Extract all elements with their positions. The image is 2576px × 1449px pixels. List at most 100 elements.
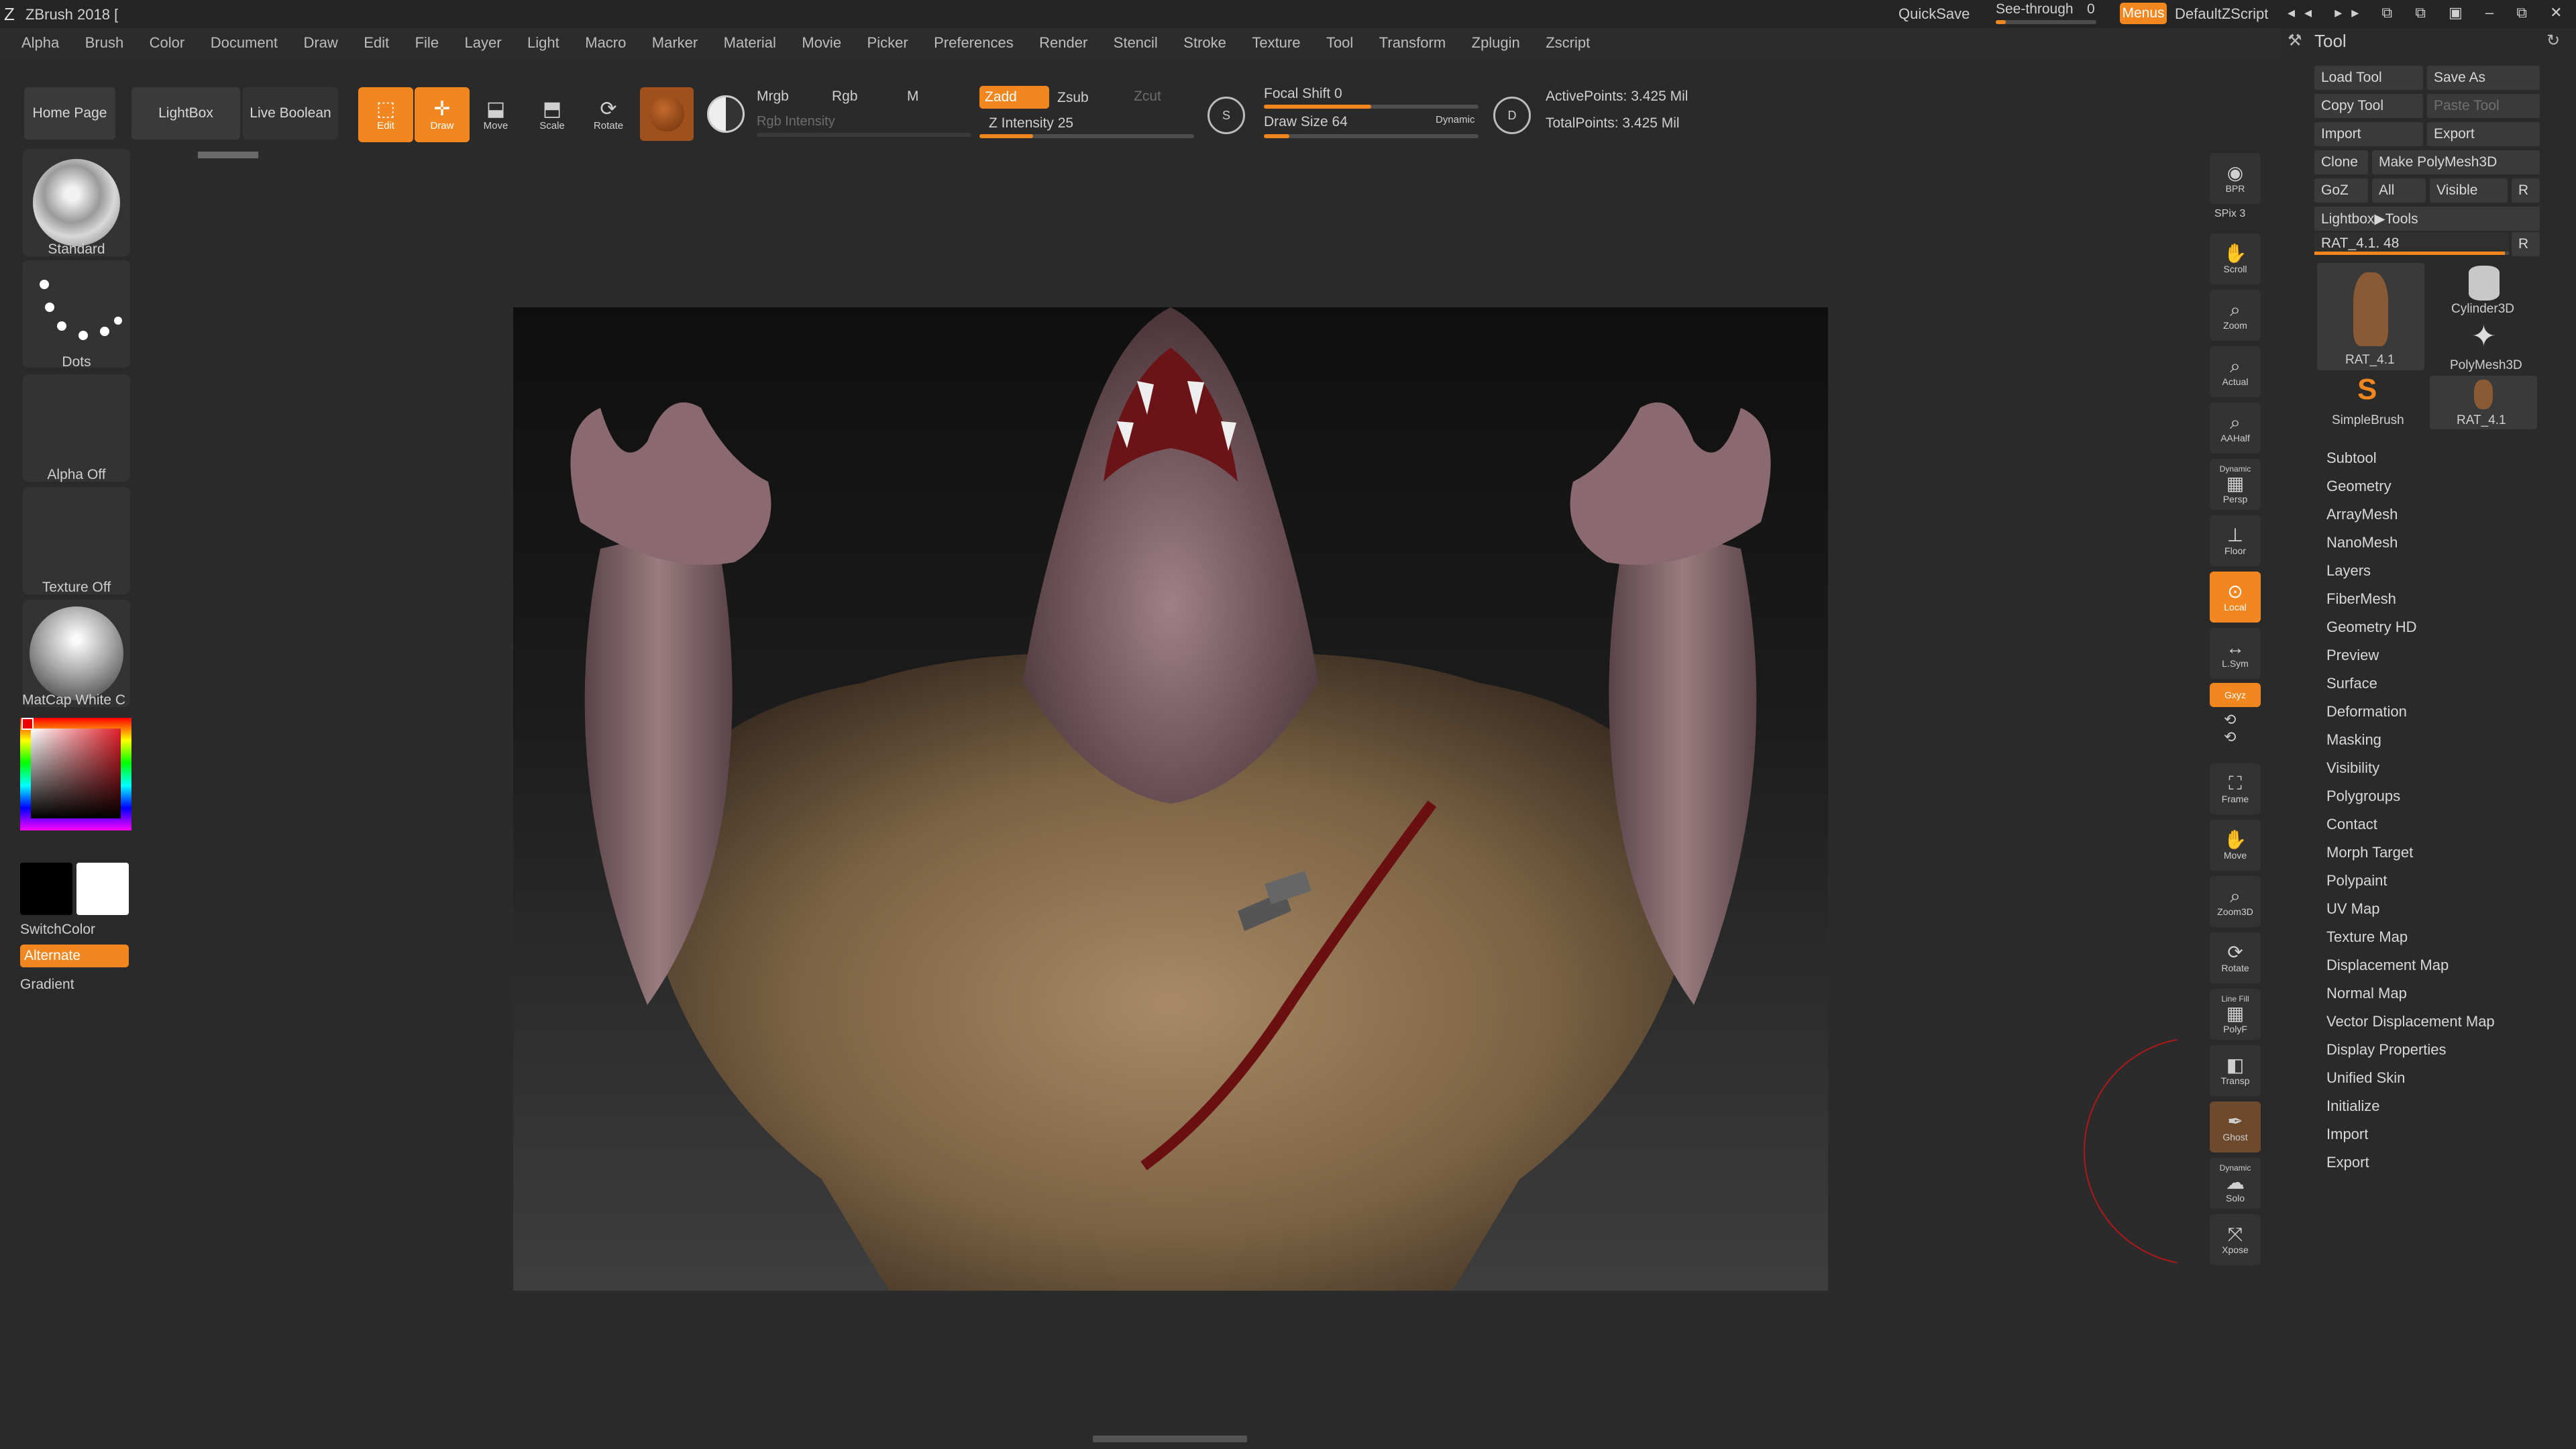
rotate-view-button[interactable]: ⟳ Rotate — [2210, 932, 2261, 983]
mrgb-toggle[interactable]: Mrgb — [757, 89, 789, 105]
save-as-button[interactable]: Save As — [2427, 66, 2540, 90]
primary-color-swatch[interactable] — [20, 863, 72, 915]
goz-button[interactable]: GoZ — [2314, 178, 2368, 203]
subpalette-initialize[interactable]: Initialize — [2326, 1097, 2379, 1115]
dynamic-toggle[interactable]: Dynamic — [1436, 114, 1474, 125]
local-button[interactable]: ⊙ Local — [2210, 572, 2261, 623]
alpha-picker[interactable] — [23, 374, 130, 482]
color-sphere-icon[interactable] — [699, 87, 753, 141]
solo-button[interactable]: Dynamic ☁ Solo — [2210, 1158, 2261, 1209]
subpalette-preview[interactable]: Preview — [2326, 647, 2379, 664]
script-name[interactable]: DefaultZScript — [2175, 5, 2268, 23]
subpalette-export[interactable]: Export — [2326, 1154, 2369, 1171]
z-intensity-slider[interactable] — [979, 134, 1194, 138]
menu-stroke[interactable]: Stroke — [1183, 28, 1226, 58]
paste-tool-button[interactable]: Paste Tool — [2427, 94, 2540, 118]
menu-material[interactable]: Material — [724, 28, 776, 58]
menu-marker[interactable]: Marker — [652, 28, 698, 58]
import-tool-button[interactable]: Import — [2314, 122, 2423, 146]
copy-tool-button[interactable]: Copy Tool — [2314, 94, 2423, 118]
tool-slider-r-button[interactable]: R — [2512, 232, 2540, 256]
tool-thumb-rat[interactable]: RAT_4.1 — [2317, 263, 2424, 370]
focal-shift-icon[interactable]: S — [1208, 97, 1245, 134]
canvas-scroll-handle[interactable] — [198, 152, 258, 158]
menu-preferences[interactable]: Preferences — [934, 28, 1014, 58]
subpalette-display-properties[interactable]: Display Properties — [2326, 1041, 2447, 1059]
subpalette-vector-displacement-map[interactable]: Vector Displacement Map — [2326, 1013, 2495, 1030]
subpalette-geometry[interactable]: Geometry — [2326, 478, 2392, 495]
alternate-toggle[interactable]: Alternate — [20, 945, 129, 967]
subpalette-contact[interactable]: Contact — [2326, 816, 2377, 833]
menu-edit[interactable]: Edit — [364, 28, 389, 58]
menu-zplugin[interactable]: Zplugin — [1472, 28, 1520, 58]
move-view-button[interactable]: ✋ Move — [2210, 820, 2261, 871]
menu-alpha[interactable]: Alpha — [21, 28, 59, 58]
tool-thumb-simplebrush[interactable]: S SimpleBrush — [2317, 373, 2424, 428]
palette-refresh-icon[interactable]: ↻ — [2546, 31, 2560, 50]
spix-slider[interactable]: SPix 3 — [2214, 208, 2245, 220]
rgb-toggle[interactable]: Rgb — [832, 89, 858, 105]
subpalette-subtool[interactable]: Subtool — [2326, 449, 2377, 467]
zoom3d-button[interactable]: ⌕ Zoom3D — [2210, 876, 2261, 927]
tool-thumb-rat-2[interactable]: RAT_4.1 — [2430, 376, 2537, 429]
subpalette-layers[interactable]: Layers — [2326, 562, 2371, 580]
menu-movie[interactable]: Movie — [802, 28, 841, 58]
viewport-render[interactable] — [513, 307, 1828, 1291]
home-page-button[interactable]: Home Page — [24, 87, 115, 140]
subpalette-polypaint[interactable]: Polypaint — [2326, 872, 2387, 890]
subpalette-arraymesh[interactable]: ArrayMesh — [2326, 506, 2398, 523]
dynamic-size-icon[interactable]: D — [1493, 97, 1531, 134]
subpalette-fibermesh[interactable]: FiberMesh — [2326, 590, 2396, 608]
live-boolean-button[interactable]: Live Boolean — [243, 87, 338, 140]
polyf-button[interactable]: Line Fill ▦ PolyF — [2210, 989, 2261, 1040]
menu-macro[interactable]: Macro — [585, 28, 626, 58]
menu-file[interactable]: File — [415, 28, 439, 58]
subpalette-import[interactable]: Import — [2326, 1126, 2368, 1143]
bottom-tray-handle[interactable] — [1093, 1436, 1247, 1442]
subpalette-deformation[interactable]: Deformation — [2326, 703, 2407, 720]
subpalette-nanomesh[interactable]: NanoMesh — [2326, 534, 2398, 551]
draw-size-slider[interactable] — [1264, 134, 1479, 138]
r-button[interactable]: R — [2512, 178, 2540, 203]
subpalette-polygroups[interactable]: Polygroups — [2326, 788, 2400, 805]
transp-button[interactable]: ◧ Transp — [2210, 1045, 2261, 1096]
zoom-button[interactable]: ⌕ Zoom — [2210, 290, 2261, 341]
make-polymesh-button[interactable]: Make PolyMesh3D — [2372, 150, 2540, 174]
subpalette-texture-map[interactable]: Texture Map — [2326, 928, 2408, 946]
menu-document[interactable]: Document — [211, 28, 278, 58]
zsub-toggle[interactable]: Zsub — [1057, 90, 1089, 106]
menu-texture[interactable]: Texture — [1252, 28, 1300, 58]
menu-transform[interactable]: Transform — [1379, 28, 1446, 58]
menu-color[interactable]: Color — [150, 28, 185, 58]
persp-button[interactable]: Dynamic ▦ Persp — [2210, 459, 2261, 510]
lsym-button[interactable]: ↔ L.Sym — [2210, 628, 2261, 679]
rgb-intensity-track[interactable] — [757, 133, 971, 137]
clone-button[interactable]: Clone — [2314, 150, 2368, 174]
menus-toggle[interactable]: Menus — [2120, 3, 2167, 24]
ghost-button[interactable]: ✒ Ghost — [2210, 1102, 2261, 1152]
current-tool-slider[interactable]: RAT_4.1. 48 — [2314, 232, 2509, 255]
actual-size-button[interactable]: ⌕ Actual — [2210, 346, 2261, 397]
aahalf-button[interactable]: ⌕ AAHalf — [2210, 402, 2261, 453]
menu-picker[interactable]: Picker — [867, 28, 908, 58]
color-picker[interactable] — [20, 718, 131, 830]
switch-color-button[interactable]: SwitchColor — [20, 922, 127, 938]
subpalette-unified-skin[interactable]: Unified Skin — [2326, 1069, 2405, 1087]
stroke-picker[interactable] — [23, 260, 130, 368]
menu-tool[interactable]: Tool — [1326, 28, 1353, 58]
bpr-render-button[interactable]: ◉ BPR — [2210, 153, 2261, 204]
scale-mode-button[interactable]: ⬒ Scale — [525, 87, 580, 142]
load-tool-button[interactable]: Load Tool — [2314, 66, 2423, 90]
focal-shift-slider[interactable] — [1264, 105, 1479, 109]
rgb-intensity-slider[interactable]: Rgb Intensity — [757, 114, 835, 129]
menu-brush[interactable]: Brush — [85, 28, 123, 58]
lightbox-button[interactable]: LightBox — [131, 87, 240, 140]
all-button[interactable]: All — [2372, 178, 2426, 203]
tool-thumb-cylinder[interactable]: Cylinder3D — [2430, 263, 2537, 317]
subpalette-normal-map[interactable]: Normal Map — [2326, 985, 2407, 1002]
subpalette-uv-map[interactable]: UV Map — [2326, 900, 2379, 918]
subpalette-surface[interactable]: Surface — [2326, 675, 2377, 692]
quicksave-button[interactable]: QuickSave — [1898, 5, 1970, 23]
brush-picker[interactable] — [23, 149, 130, 256]
subpalette-visibility[interactable]: Visibility — [2326, 759, 2379, 777]
